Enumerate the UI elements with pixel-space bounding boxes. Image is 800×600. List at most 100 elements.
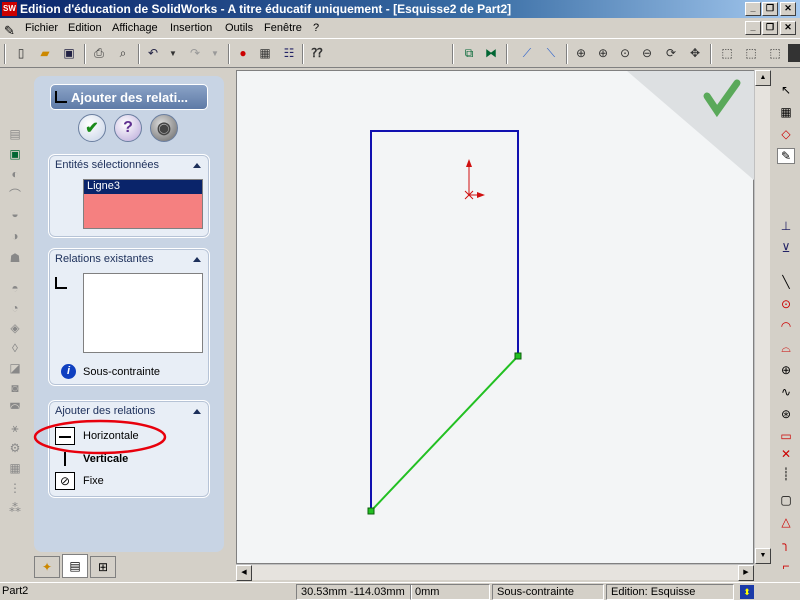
grid-icon[interactable]: ▦ (256, 44, 274, 62)
dimension-icon[interactable]: ⊥ (777, 218, 795, 234)
scroll-down-icon[interactable]: ▼ (755, 548, 771, 564)
extrude-cut-icon[interactable]: ◑ (6, 228, 24, 244)
shell-icon[interactable]: ◊ (6, 340, 24, 356)
eraser-icon[interactable]: ◇ (777, 126, 795, 142)
centerline-icon[interactable]: ┊ (777, 466, 795, 482)
sketch-icon[interactable]: ⧉ (460, 44, 478, 62)
revolve-cut-icon[interactable]: ☗ (6, 250, 24, 266)
tab-configuration-manager[interactable]: ⊞ (90, 556, 116, 578)
rebuild-icon[interactable]: ● (234, 44, 252, 62)
scroll-left-icon[interactable]: ◀ (236, 565, 252, 581)
mass-properties-icon[interactable]: ⟍ (542, 44, 560, 62)
horizontal-scrollbar[interactable]: ◀ ▶ (236, 564, 754, 581)
rotate-icon[interactable]: ⟳ (662, 44, 680, 62)
sweep-icon[interactable]: ⌒ (6, 186, 24, 202)
close-button[interactable]: ✕ (780, 2, 796, 16)
linear-pattern-icon[interactable]: ⚹ (6, 420, 24, 436)
options-icon[interactable]: ☷ (280, 44, 298, 62)
zoom-area-icon[interactable]: ⊙ (616, 44, 634, 62)
standard-view-icon[interactable]: ⬚ (718, 44, 736, 62)
offset-entities-icon[interactable]: △ (777, 514, 795, 530)
rectangle-icon[interactable]: ▭ (777, 428, 795, 444)
selected-line-ligne3[interactable] (370, 355, 519, 512)
rebuild-status-icon[interactable]: ⬍ (740, 585, 754, 599)
doc-close-button[interactable]: ✕ (780, 21, 796, 35)
restore-button[interactable]: ❐ (762, 2, 778, 16)
zoom-in-icon[interactable]: ⊕ (594, 44, 612, 62)
tangent-arc-icon[interactable]: ◠ (777, 318, 795, 334)
sketch-canvas[interactable] (237, 71, 755, 565)
new-file-icon[interactable]: ▯ (12, 44, 30, 62)
curves-icon[interactable]: ⁂ (6, 500, 24, 516)
revolve-icon[interactable]: ◐ (6, 166, 24, 182)
redo-dropdown-icon[interactable]: ▼ (206, 44, 224, 62)
menu-affichage[interactable]: Affichage (112, 18, 158, 38)
open-folder-icon[interactable]: ▰ (36, 44, 54, 62)
relation-fix-option[interactable]: ⊘ Fixe (55, 472, 195, 492)
zoom-out-icon[interactable]: ⊖ (638, 44, 656, 62)
reference-geometry-icon[interactable]: ⋮ (6, 480, 24, 496)
line-icon[interactable]: ╲ (777, 274, 795, 290)
doc-restore-button[interactable]: ❐ (762, 21, 778, 35)
menu-insertion[interactable]: Insertion (170, 18, 212, 38)
mirror-icon[interactable]: ▦ (6, 460, 24, 476)
add-relation-tool-icon[interactable]: ⊻ (777, 240, 795, 256)
tab-property-manager[interactable]: ▤ (62, 554, 88, 578)
pin-button[interactable]: ◉ (150, 114, 178, 142)
scroll-up-icon[interactable]: ▲ (755, 70, 771, 86)
circular-pattern-icon[interactable]: ⚙ (6, 440, 24, 456)
existing-relations-list[interactable] (83, 273, 203, 353)
menu-edition[interactable]: Edition (68, 18, 102, 38)
sketch-grid-icon[interactable]: ▦ (777, 104, 795, 120)
chamfer-icon[interactable]: ◔ (6, 300, 24, 316)
whats-this-icon[interactable]: ⁇ (308, 44, 326, 62)
endpoint-handle[interactable] (367, 507, 375, 515)
graphics-area[interactable] (236, 70, 755, 565)
wireframe-icon[interactable]: ⬚ (742, 44, 760, 62)
zoom-fit-icon[interactable]: ⊕ (572, 44, 590, 62)
fillet-icon[interactable]: ◓ (6, 280, 24, 296)
minimize-button[interactable]: _ (745, 2, 761, 16)
hole-icon[interactable]: ◙ (6, 380, 24, 396)
print-icon[interactable]: ⎙ (90, 44, 108, 62)
print-preview-icon[interactable]: ⌕ (114, 44, 132, 62)
menu-fichier[interactable]: Fichier (25, 18, 58, 38)
collapse-caret-icon[interactable] (193, 257, 201, 262)
menu-help[interactable]: ? (313, 18, 319, 38)
pan-icon[interactable]: ✥ (686, 44, 704, 62)
hidden-lines-icon[interactable]: ⬚ (766, 44, 784, 62)
measure-icon[interactable]: ⟋ (518, 44, 536, 62)
draft-icon[interactable]: ◪ (6, 360, 24, 376)
three-point-arc-icon[interactable]: ⌓ (777, 340, 795, 356)
sketch-mode-icon[interactable]: ▤ (6, 126, 24, 142)
endpoint-handle[interactable] (514, 352, 522, 360)
spline-icon[interactable]: ∿ (777, 384, 795, 400)
trim-icon[interactable]: ⌐ (777, 558, 795, 574)
collapse-caret-icon[interactable] (193, 163, 201, 168)
scroll-right-icon[interactable]: ▶ (738, 565, 754, 581)
loft-icon[interactable]: ◒ (6, 206, 24, 222)
sketch-pencil-icon[interactable]: ✎ (777, 148, 795, 164)
redo-icon[interactable]: ↷ (186, 44, 204, 62)
vertical-scrollbar[interactable]: ▲ ▼ (754, 70, 771, 564)
collapse-caret-icon[interactable] (193, 409, 201, 414)
list-item-ligne3[interactable]: Ligne3 (84, 180, 202, 194)
fillet-sketch-icon[interactable]: ╮ (777, 536, 795, 552)
ellipse-icon[interactable]: ⊛ (777, 406, 795, 422)
shaded-icon[interactable] (788, 44, 800, 62)
menu-outils[interactable]: Outils (225, 18, 253, 38)
save-icon[interactable]: ▣ (60, 44, 78, 62)
sketch-profile-lines[interactable] (370, 130, 519, 511)
convert-entities-icon[interactable]: ▢ (777, 492, 795, 508)
smart-dimension-icon[interactable]: ⧓ (482, 44, 500, 62)
help-button[interactable]: ? (114, 114, 142, 142)
centerpoint-arc-icon[interactable]: ⊙ (777, 296, 795, 312)
point-icon[interactable]: ✕ (777, 446, 795, 462)
dome-icon[interactable]: ◚ (6, 400, 24, 416)
circle-icon[interactable]: ⊕ (777, 362, 795, 378)
select-icon[interactable]: ↖ (777, 82, 795, 98)
ok-button[interactable]: ✔ (78, 114, 106, 142)
selected-entities-list[interactable]: Ligne3 (83, 179, 203, 229)
doc-minimize-button[interactable]: _ (745, 21, 761, 35)
extrude-boss-icon[interactable]: ▣ (6, 146, 24, 162)
